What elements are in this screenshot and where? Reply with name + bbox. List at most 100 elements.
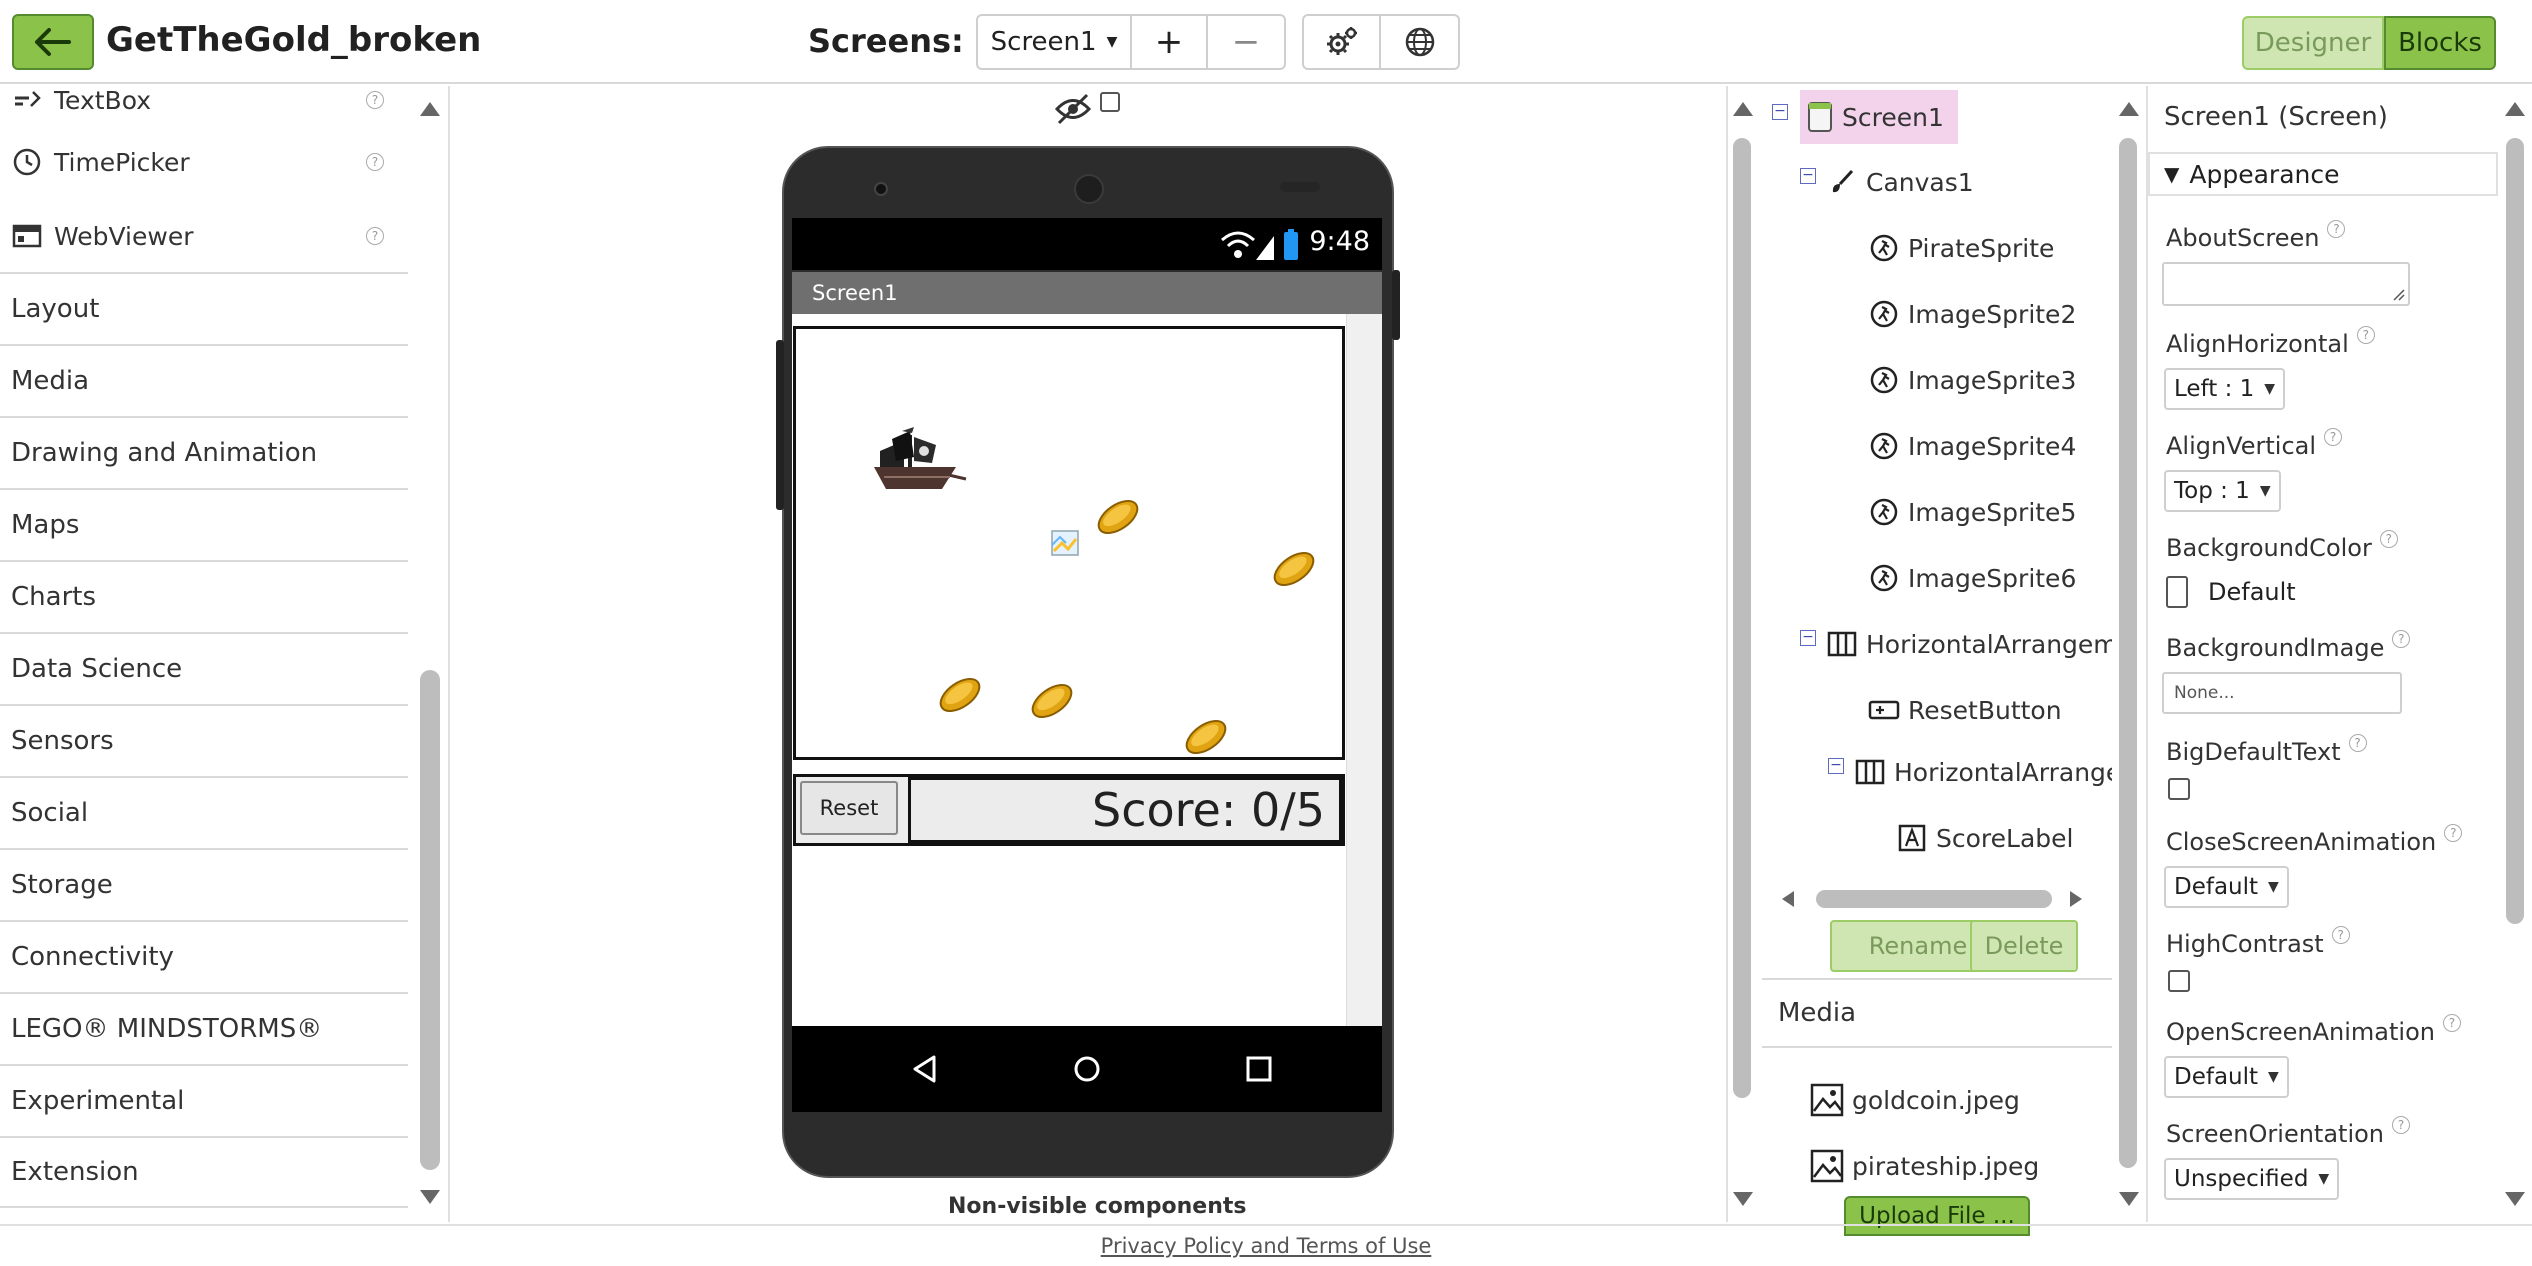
- tree-item-imagesprite4[interactable]: ImageSprite4: [1866, 420, 2076, 472]
- tree-item-imagesprite6[interactable]: ImageSprite6: [1866, 552, 2076, 604]
- score-label[interactable]: Score: 0/5: [908, 777, 1342, 843]
- gold-coin-sprite[interactable]: [935, 673, 985, 718]
- screenorientation-select[interactable]: Unspecified ▼: [2164, 1158, 2340, 1200]
- palette-item-textbox[interactable]: TextBox ?: [0, 86, 398, 134]
- horizontal-arrangement[interactable]: Reset Score: 0/5: [793, 774, 1345, 846]
- language-button[interactable]: [1381, 16, 1458, 68]
- palette-category-social[interactable]: Social: [0, 776, 408, 848]
- palette-category-maps[interactable]: Maps: [0, 488, 408, 560]
- scroll-left-icon[interactable]: [1780, 890, 1796, 908]
- palette-category-media[interactable]: Media: [0, 344, 408, 416]
- bigdefaulttext-checkbox[interactable]: [2168, 778, 2190, 800]
- palette-category-drawing-animation[interactable]: Drawing and Animation: [0, 416, 408, 488]
- palette-item-webviewer[interactable]: WebViewer ?: [0, 202, 398, 270]
- properties-scrollbar[interactable]: [2500, 86, 2530, 1222]
- media-item-pirateship[interactable]: pirateship.jpeg: [1810, 1142, 2039, 1190]
- help-icon[interactable]: ?: [2444, 824, 2463, 842]
- backgroundcolor-picker[interactable]: Default: [2166, 576, 2296, 608]
- show-hidden-checkbox[interactable]: [1100, 92, 1120, 112]
- openscreenanimation-select[interactable]: Default ▼: [2164, 1056, 2289, 1098]
- palette-category-charts[interactable]: Charts: [0, 560, 408, 632]
- tree-vertical-scrollbar[interactable]: [2114, 86, 2144, 1222]
- help-icon[interactable]: ?: [2392, 630, 2411, 648]
- scroll-down-icon[interactable]: [2119, 1192, 2139, 1206]
- gold-coin-sprite[interactable]: [1027, 679, 1077, 724]
- scrollbar-thumb[interactable]: [2119, 138, 2137, 1168]
- project-properties-button[interactable]: [1304, 16, 1382, 68]
- palette-category-data-science[interactable]: Data Science: [0, 632, 408, 704]
- scrollbar-thumb[interactable]: [1733, 138, 1751, 1098]
- nav-recents-icon[interactable]: [1244, 1054, 1274, 1084]
- media-item-goldcoin[interactable]: goldcoin.jpeg: [1810, 1076, 2020, 1124]
- help-icon[interactable]: ?: [2348, 734, 2367, 752]
- collapse-toggle-icon[interactable]: −: [1800, 168, 1816, 184]
- collapse-toggle-icon[interactable]: −: [1772, 104, 1788, 120]
- tree-item-imagesprite3[interactable]: ImageSprite3: [1866, 354, 2076, 406]
- pirate-ship-sprite[interactable]: [874, 427, 967, 489]
- broken-image-icon[interactable]: [1051, 530, 1079, 556]
- alignhorizontal-select[interactable]: Left : 1 ▼: [2164, 368, 2286, 410]
- viewer-vscrollbar[interactable]: [1728, 86, 1758, 1222]
- back-button[interactable]: [12, 14, 94, 70]
- scroll-right-icon[interactable]: [2068, 890, 2084, 908]
- tree-item-screen1[interactable]: Screen1: [1800, 90, 1958, 144]
- palette-category-extension[interactable]: Extension: [0, 1136, 408, 1208]
- tree-item-horizontalarrangement1[interactable]: HorizontalArrangem: [1824, 618, 2112, 670]
- tree-horizontal-scrollbar[interactable]: [1776, 884, 2088, 914]
- delete-button[interactable]: Delete: [1970, 920, 2078, 972]
- appearance-section-header[interactable]: ▼ Appearance: [2148, 152, 2498, 196]
- resize-handle-icon[interactable]: [2392, 288, 2406, 302]
- tree-item-imagesprite5[interactable]: ImageSprite5: [1866, 486, 2076, 538]
- canvas1[interactable]: [793, 326, 1345, 760]
- gold-coin-sprite[interactable]: [1181, 715, 1231, 757]
- collapse-toggle-icon[interactable]: −: [1800, 630, 1816, 646]
- collapse-toggle-icon[interactable]: −: [1828, 758, 1844, 774]
- reset-button[interactable]: Reset: [800, 781, 898, 835]
- tree-item-scorelabel[interactable]: ScoreLabel: [1894, 812, 2073, 864]
- nav-back-icon[interactable]: [910, 1054, 940, 1084]
- remove-screen-button[interactable]: −: [1208, 16, 1284, 68]
- help-icon[interactable]: ?: [366, 153, 384, 171]
- scroll-down-icon[interactable]: [2505, 1192, 2525, 1206]
- scrollbar-thumb[interactable]: [1816, 890, 2052, 908]
- help-icon[interactable]: ?: [2324, 428, 2343, 446]
- help-icon[interactable]: ?: [2356, 326, 2375, 344]
- tree-item-piratesprite[interactable]: PirateSprite: [1866, 222, 2054, 274]
- scroll-up-icon[interactable]: [420, 102, 440, 116]
- scrollbar-thumb[interactable]: [2506, 138, 2524, 924]
- nav-home-icon[interactable]: [1072, 1054, 1102, 1084]
- closescreenanimation-select[interactable]: Default ▼: [2164, 866, 2289, 908]
- tree-item-canvas1[interactable]: Canvas1: [1824, 156, 1974, 208]
- palette-category-experimental[interactable]: Experimental: [0, 1064, 408, 1136]
- designer-button[interactable]: Designer: [2242, 16, 2384, 70]
- screen-select[interactable]: Screen1 ▼: [978, 16, 1132, 68]
- help-icon[interactable]: ?: [2331, 926, 2350, 944]
- help-icon[interactable]: ?: [366, 91, 384, 109]
- palette-category-storage[interactable]: Storage: [0, 848, 408, 920]
- scroll-up-icon[interactable]: [2505, 102, 2525, 116]
- add-screen-button[interactable]: +: [1132, 16, 1208, 68]
- gold-coin-sprite[interactable]: [1269, 547, 1319, 592]
- scroll-down-icon[interactable]: [1733, 1192, 1753, 1206]
- help-icon[interactable]: ?: [366, 227, 384, 245]
- help-icon[interactable]: ?: [2379, 530, 2398, 548]
- help-icon[interactable]: ?: [2327, 220, 2346, 238]
- blocks-button[interactable]: Blocks: [2384, 16, 2496, 70]
- scrollbar-thumb[interactable]: [420, 670, 440, 1170]
- palette-scrollbar[interactable]: [416, 86, 444, 1222]
- help-icon[interactable]: ?: [2392, 1116, 2411, 1134]
- privacy-policy-link[interactable]: Privacy Policy and Terms of Use: [1101, 1234, 1432, 1258]
- scroll-up-icon[interactable]: [2119, 102, 2139, 116]
- tree-item-resetbutton[interactable]: ResetButton: [1866, 684, 2062, 736]
- scroll-up-icon[interactable]: [1733, 102, 1753, 116]
- tree-item-horizontalarrangement2[interactable]: HorizontalArrange: [1852, 746, 2112, 798]
- gold-coin-sprite[interactable]: [1093, 495, 1143, 540]
- palette-category-layout[interactable]: Layout: [0, 272, 408, 344]
- help-icon[interactable]: ?: [2442, 1014, 2461, 1032]
- aboutscreen-textarea[interactable]: [2162, 262, 2410, 306]
- palette-category-lego[interactable]: LEGO® MINDSTORMS®: [0, 992, 408, 1064]
- palette-item-timepicker[interactable]: TimePicker ?: [0, 128, 398, 196]
- palette-category-sensors[interactable]: Sensors: [0, 704, 408, 776]
- highcontrast-checkbox[interactable]: [2168, 970, 2190, 992]
- scroll-down-icon[interactable]: [420, 1190, 440, 1204]
